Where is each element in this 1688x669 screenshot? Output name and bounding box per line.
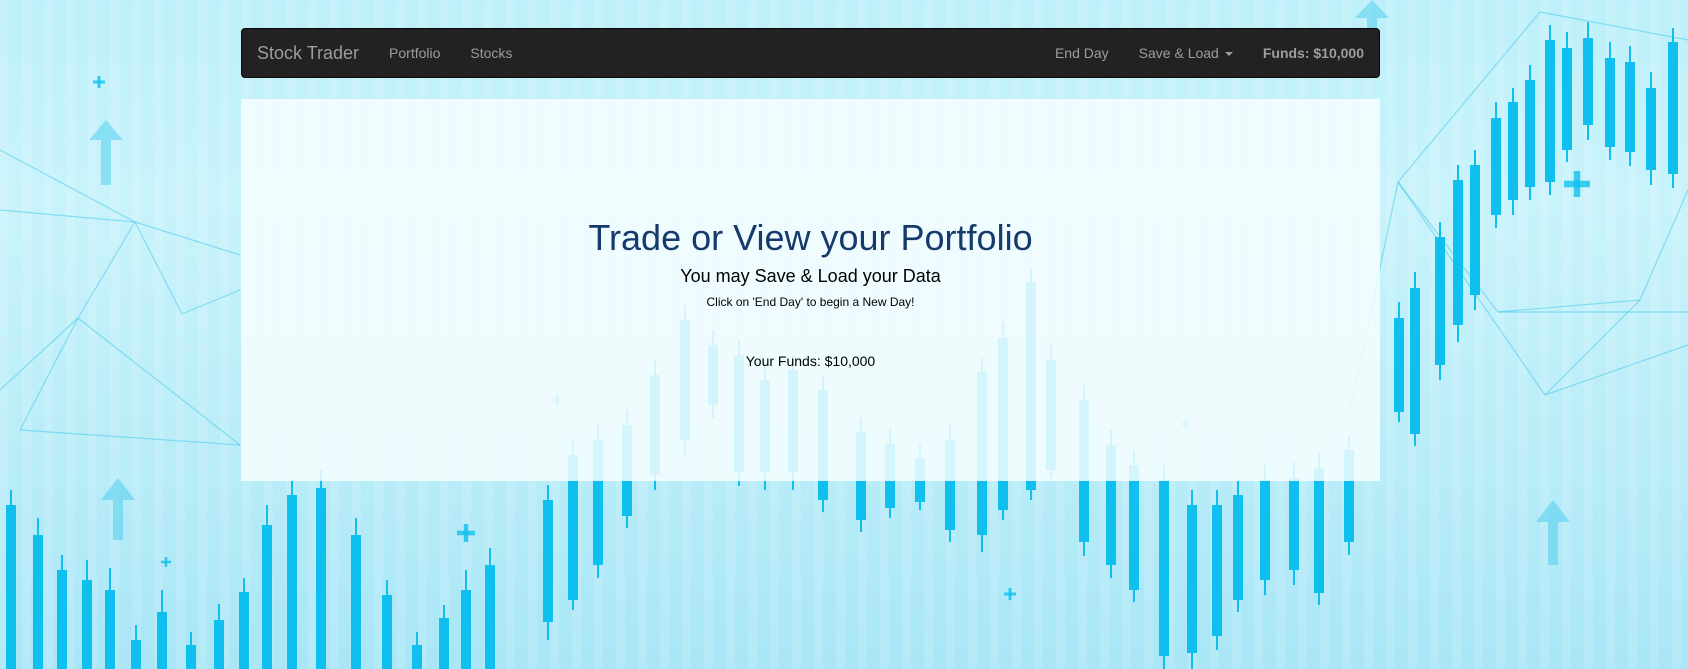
background-stripe <box>44 0 53 669</box>
background-candle-body <box>1605 58 1615 147</box>
background-candle-body <box>287 495 297 669</box>
caret-down-icon <box>1224 52 1233 57</box>
background-candle-body <box>1583 38 1593 125</box>
background-candle-body <box>1646 88 1656 170</box>
background-up-arrow <box>1355 0 1389 18</box>
background-network-line <box>181 289 241 315</box>
background-stripe <box>66 0 75 669</box>
background-candle-body <box>82 580 92 669</box>
background-candle-body <box>1470 165 1480 295</box>
background-candle-body <box>6 505 16 669</box>
save-load-label: Save & Load <box>1138 45 1219 61</box>
background-candle-body <box>351 535 361 669</box>
page-subtitle: You may Save & Load your Data <box>680 266 941 286</box>
background-candle-body <box>1453 180 1463 325</box>
background-stripe <box>220 0 229 669</box>
funds-display: Funds: $10,000 <box>1262 45 1364 61</box>
background-stripe <box>88 0 97 669</box>
background-plus-mark <box>97 76 101 88</box>
background-candle-body <box>33 535 43 669</box>
background-candle-body <box>1159 480 1169 656</box>
background-candle-body <box>186 645 196 669</box>
background-candle-body <box>1233 495 1243 600</box>
nav-stocks-link[interactable]: Stocks <box>455 28 527 78</box>
page-title: Trade or View your Portfolio <box>588 217 1033 258</box>
home-jumbotron: Trade or View your Portfolio You may Sav… <box>241 99 1380 481</box>
background-candle-body <box>1668 42 1678 174</box>
end-day-link[interactable]: End Day <box>1040 28 1124 78</box>
brand-link[interactable]: Stock Trader <box>242 28 374 78</box>
save-load-dropdown[interactable]: Save & Load <box>1124 28 1248 78</box>
background-candle-body <box>1491 118 1501 215</box>
background-up-arrow <box>113 500 123 540</box>
background-candle-body <box>1394 318 1404 412</box>
navbar-left: Stock Trader Portfolio Stocks <box>242 28 527 78</box>
background-candle-body <box>382 595 392 669</box>
background-plus-mark <box>1008 588 1012 600</box>
background-up-arrow <box>101 140 111 185</box>
background-candle-body <box>105 590 115 669</box>
navbar: Stock Trader Portfolio Stocks End Day Sa… <box>241 28 1380 78</box>
background-candle-body <box>1562 48 1572 150</box>
background-candle-body <box>1435 237 1445 365</box>
background-stripe <box>110 0 119 669</box>
background-stripe <box>132 0 141 669</box>
background-candle-body <box>1314 468 1324 593</box>
background-candle-body <box>157 612 167 669</box>
background-candle-body <box>316 488 326 669</box>
background-candle-body <box>1129 465 1139 590</box>
background-candle-body <box>543 500 553 622</box>
background-candle-body <box>1289 478 1299 570</box>
background-candle-body <box>1187 505 1197 653</box>
background-candle-body <box>1625 62 1635 152</box>
background-candle-body <box>485 565 495 669</box>
end-day-hint: Click on 'End Day' to begin a New Day! <box>706 295 915 309</box>
your-funds-text: Your Funds: $10,000 <box>745 353 876 369</box>
background-candle-body <box>1212 505 1222 636</box>
navbar-right: End Day Save & Load Funds: $10,000 <box>1040 28 1379 78</box>
background-stripe <box>154 0 163 669</box>
background-candle-body <box>412 645 422 669</box>
background-up-arrow <box>1548 522 1558 565</box>
nav-portfolio-link[interactable]: Portfolio <box>374 28 455 78</box>
background-stripe <box>198 0 207 669</box>
background-plus-mark <box>1573 171 1581 197</box>
background-stripe <box>1452 0 1461 669</box>
background-candle-body <box>57 570 67 669</box>
background-candle-body <box>239 592 249 669</box>
background-network-line <box>77 221 136 319</box>
background-candle-body <box>1260 480 1270 580</box>
background-stripe <box>1386 0 1395 669</box>
background-candle-body <box>1410 288 1420 434</box>
background-candle-body <box>1508 102 1518 200</box>
background-candle-body <box>131 640 141 669</box>
background-candle-body <box>439 618 449 669</box>
background-candle-body <box>461 590 471 669</box>
background-up-arrow <box>101 478 135 500</box>
background-plus-mark <box>463 524 469 542</box>
background-candle-body <box>1545 40 1555 182</box>
background-candle-body <box>262 525 272 669</box>
background-candle-body <box>214 620 224 669</box>
background-candle-body <box>1525 80 1535 187</box>
background-plus-mark <box>164 557 168 567</box>
background-stripe <box>22 0 31 669</box>
background-stripe <box>1474 0 1483 669</box>
background-stripe <box>176 0 185 669</box>
